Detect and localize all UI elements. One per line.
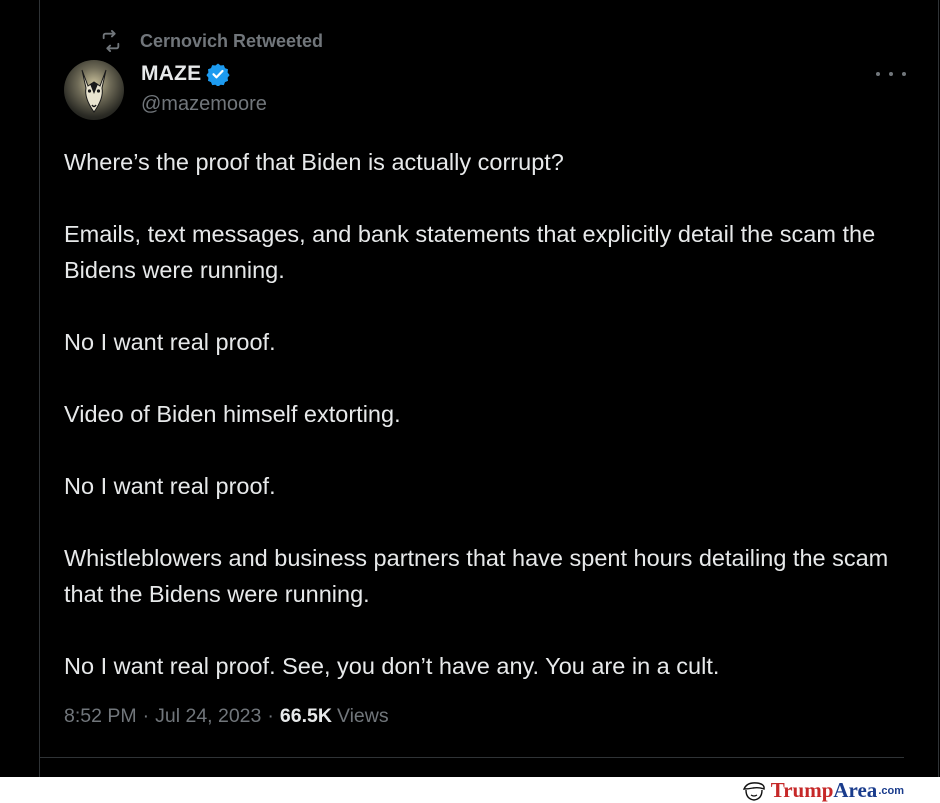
watermark-brand-part2: Area	[833, 778, 878, 802]
tweet-paragraph: Whistleblowers and business partners tha…	[64, 545, 889, 607]
tweet-text: Where’s the proof that Biden is actually…	[64, 144, 894, 684]
tweet-paragraph: No I want real proof.	[64, 329, 276, 355]
tweet-time[interactable]: 8:52 PM	[64, 705, 137, 728]
more-dot-icon	[876, 72, 880, 76]
author-handle[interactable]: @mazemoore	[141, 93, 267, 116]
tweet-paragraph: Where’s the proof that Biden is actually…	[64, 149, 564, 175]
verified-badge-icon	[206, 63, 230, 86]
dog-avatar-icon	[81, 69, 107, 113]
tweet-date[interactable]: Jul 24, 2023	[155, 705, 261, 728]
tweet-paragraph: No I want real proof. See, you don’t hav…	[64, 653, 720, 679]
views-count[interactable]: 66.5K	[280, 705, 332, 728]
watermark: Trump Area .com	[741, 778, 904, 803]
views-label: Views	[336, 705, 389, 727]
retweet-icon	[102, 30, 120, 52]
avatar[interactable]	[64, 60, 124, 120]
retweet-context[interactable]: Cernovich Retweeted	[100, 30, 323, 52]
watermark-brand-part1: Trump	[770, 778, 834, 802]
column-border-left	[39, 0, 40, 777]
tweet-paragraph: No I want real proof.	[64, 473, 276, 499]
tweet-paragraph: Emails, text messages, and bank statemen…	[64, 221, 876, 283]
meta-separator: ·	[142, 705, 150, 727]
tweet-paragraph: Video of Biden himself extorting.	[64, 401, 401, 427]
column-border-right	[938, 0, 939, 777]
divider	[40, 757, 904, 758]
more-options-button[interactable]	[876, 62, 906, 86]
meta-separator: ·	[267, 705, 274, 727]
more-dot-icon	[902, 72, 906, 76]
trump-hair-icon	[742, 781, 765, 801]
tweet-screen: Cernovich Retweeted MAZE @mazemoore Wher…	[0, 0, 940, 777]
retweet-label: Cernovich Retweeted	[140, 30, 324, 51]
more-dot-icon	[889, 72, 893, 76]
author-display-name[interactable]: MAZE	[141, 62, 201, 86]
watermark-suffix: .com	[878, 784, 904, 797]
author-name-row[interactable]: MAZE	[141, 62, 230, 86]
tweet-meta: 8:52 PM · Jul 24, 2023 · 66.5K Views	[64, 705, 389, 728]
